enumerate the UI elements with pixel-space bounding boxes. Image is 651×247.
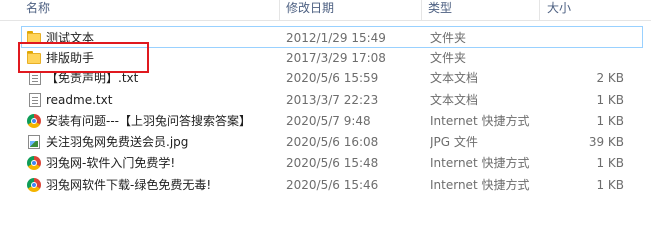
file-size bbox=[552, 47, 624, 69]
text-file-icon bbox=[29, 71, 41, 85]
file-size: 1 KB bbox=[596, 178, 624, 192]
file-modified: 2020/5/6 15:59 bbox=[286, 71, 379, 85]
internet-shortcut-icon bbox=[27, 178, 41, 192]
file-modified: 2020/5/6 15:46 bbox=[286, 178, 379, 192]
file-type: 文件夹 bbox=[430, 31, 467, 45]
file-row-shortcut[interactable]: 羽兔网软件下载-绿色免费无毒! 2020/5/6 15:46 Internet … bbox=[0, 174, 651, 196]
image-file-icon bbox=[28, 135, 40, 149]
file-type: Internet 快捷方式 bbox=[430, 178, 530, 192]
file-name: 羽兔网-软件入门免费学! bbox=[46, 156, 176, 170]
internet-shortcut-icon bbox=[27, 156, 41, 170]
column-header-type[interactable]: 类型 bbox=[422, 0, 540, 20]
column-header-size[interactable]: 大小 bbox=[541, 0, 621, 20]
column-header-modified[interactable]: 修改日期 bbox=[280, 0, 420, 20]
file-type: Internet 快捷方式 bbox=[430, 156, 530, 170]
file-row-shortcut[interactable]: 安装有问题---【上羽兔问答搜索答案】 2020/5/7 9:48 Intern… bbox=[0, 110, 651, 132]
file-name: 关注羽兔网免费送会员.jpg bbox=[46, 135, 189, 149]
file-size: 1 KB bbox=[596, 93, 624, 107]
file-size: 2 KB bbox=[596, 71, 624, 85]
file-type: 文本文档 bbox=[430, 93, 479, 107]
file-size bbox=[552, 27, 624, 49]
annotation-highlight-box bbox=[18, 42, 149, 73]
file-size: 39 KB bbox=[588, 135, 624, 149]
file-type: Internet 快捷方式 bbox=[430, 114, 530, 128]
file-name: 羽兔网软件下载-绿色免费无毒! bbox=[46, 178, 212, 192]
file-modified: 2017/3/29 17:08 bbox=[286, 51, 386, 65]
internet-shortcut-icon bbox=[27, 114, 41, 128]
file-row-image[interactable]: 关注羽兔网免费送会员.jpg 2020/5/6 16:08 JPG 文件 39 … bbox=[0, 131, 651, 153]
file-size: 1 KB bbox=[596, 156, 624, 170]
file-size: 1 KB bbox=[596, 114, 624, 128]
column-divider[interactable] bbox=[539, 0, 540, 20]
column-header-bar: 名称 修改日期 类型 大小 bbox=[0, 0, 651, 21]
file-modified: 2020/5/7 9:48 bbox=[286, 114, 371, 128]
file-type: JPG 文件 bbox=[430, 135, 478, 149]
file-name: readme.txt bbox=[46, 93, 113, 107]
column-header-name[interactable]: 名称 bbox=[20, 0, 280, 20]
file-row-text[interactable]: readme.txt 2013/3/7 22:23 文本文档 1 KB bbox=[0, 89, 651, 111]
file-modified: 2013/3/7 22:23 bbox=[286, 93, 379, 107]
file-row-shortcut[interactable]: 羽兔网-软件入门免费学! 2020/5/6 15:48 Internet 快捷方… bbox=[0, 152, 651, 174]
file-type: 文本文档 bbox=[430, 71, 479, 85]
file-name: 安装有问题---【上羽兔问答搜索答案】 bbox=[46, 114, 251, 128]
file-modified: 2020/5/6 16:08 bbox=[286, 135, 379, 149]
file-modified: 2012/1/29 15:49 bbox=[286, 31, 386, 45]
file-type: 文件夹 bbox=[430, 51, 467, 65]
file-modified: 2020/5/6 15:48 bbox=[286, 156, 379, 170]
text-file-icon bbox=[29, 93, 41, 107]
